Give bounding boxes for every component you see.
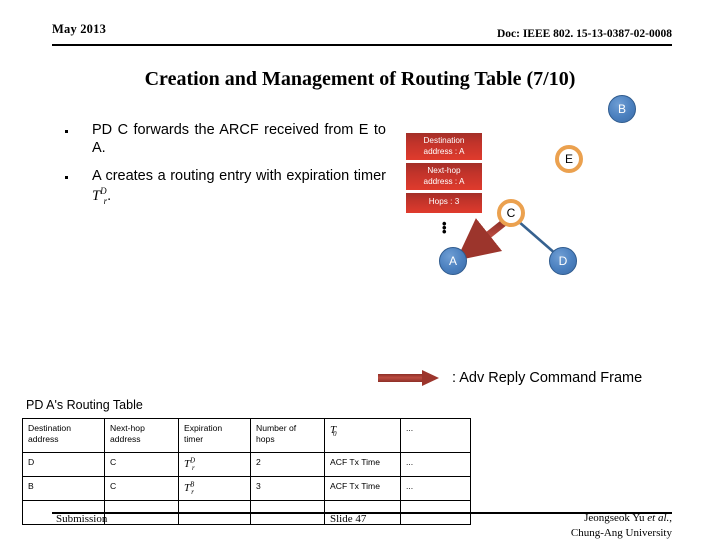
col-t0-symbol: T0	[330, 424, 337, 439]
graph-node-e: E	[555, 145, 583, 173]
cell-t0-r2: ACF Tx Time	[324, 476, 401, 501]
footer-author: Jeongseok Yu et al., Chung-Ang Universit…	[571, 511, 672, 541]
cell-more-r1: ...	[400, 452, 471, 477]
footer-author-etal: et al.	[647, 512, 670, 524]
footer-affiliation: Chung-Ang University	[570, 526, 672, 539]
graph-node-c: C	[497, 199, 525, 227]
graph-node-a: A	[439, 247, 467, 275]
timer-subscript-r1: r	[192, 464, 195, 472]
legend-label: : Adv Reply Command Frame	[452, 370, 643, 386]
graph-node-b: B	[608, 95, 636, 123]
footer-author-comma: ,	[669, 512, 672, 524]
graph-node-d-label: D	[558, 254, 568, 268]
cell-hops-r1: 2	[250, 452, 325, 477]
routing-table: Destination address Next-hop address Exp…	[22, 418, 471, 525]
header-doc-number: Doc: IEEE 802. 15-13-0387-02-0008	[496, 28, 672, 40]
timer-superscript-r1: D	[190, 457, 196, 464]
table-row: B C TBr 3 ACF Tx Time ...	[22, 476, 471, 501]
header-date: May 2013	[52, 22, 107, 36]
bullet-item-2: A creates a routing entry with expiratio…	[56, 168, 386, 206]
expiration-timer-symbol: TDr	[92, 186, 107, 206]
col-next-hop-address: Next-hop address	[104, 418, 179, 453]
col-more: ...	[400, 418, 471, 453]
bullet-text-1: PD C forwards the ARCF received from E t…	[92, 122, 386, 156]
col-nexthop-line2: address	[110, 434, 141, 445]
cell-hops-r2: 3	[250, 476, 325, 501]
col-hops-line1: Number of	[256, 423, 297, 433]
footer-author-name: Jeongseok Yu	[584, 512, 648, 524]
header-divider	[52, 44, 672, 46]
footer-submission: Submission	[56, 513, 108, 525]
col-nexthop-line1: Next-hop	[110, 423, 145, 433]
footer-author-line1: Jeongseok Yu et al.,	[571, 511, 672, 526]
graph-node-e-label: E	[564, 152, 573, 166]
timer-superscript-r2: B	[190, 481, 195, 488]
edge-c-d	[517, 220, 558, 256]
col-expiration-timer: Expiration timer	[178, 418, 251, 453]
graph-node-a-label: A	[448, 254, 457, 268]
bullet-list: PD C forwards the ARCF received from E t…	[56, 122, 386, 218]
footer-slide-number: Slide 47	[330, 513, 367, 525]
cell-more-r2: ...	[400, 476, 471, 501]
col-destination-line1: Destination	[28, 423, 71, 433]
cell-destination-r2: B	[22, 476, 105, 501]
table-row: D C TDr 2 ACF Tx Time ...	[22, 452, 471, 477]
cell-next-hop-r1: C	[104, 452, 179, 477]
bullet-item-1: PD C forwards the ARCF received from E t…	[56, 122, 386, 157]
edge-c-a-arrow	[456, 218, 509, 261]
graph-node-b-label: B	[617, 102, 626, 116]
timer-superscript: D	[100, 186, 107, 197]
cell-expiration-timer-r2: TBr	[178, 476, 251, 501]
col-t0: T0	[324, 418, 401, 453]
timer-symbol-r1: TDr	[184, 457, 196, 472]
legend-arrow-icon	[378, 370, 440, 386]
timer-base: T	[92, 187, 101, 204]
col-expiration-line1: Expiration	[184, 423, 223, 433]
cell-next-hop-r2: C	[104, 476, 179, 501]
page-title: Creation and Management of Routing Table…	[144, 68, 576, 90]
graph-node-c-label: C	[506, 206, 516, 220]
timer-subscript-r2: r	[191, 488, 194, 496]
bullet-text-2: A creates a routing entry with expiratio…	[92, 168, 386, 185]
routing-table-caption: PD A's Routing Table	[26, 398, 143, 412]
graph-node-d: D	[549, 247, 577, 275]
cell-expiration-timer-r1: TDr	[178, 452, 251, 477]
timer-symbol-r2: TBr	[184, 481, 195, 496]
table-header-row: Destination address Next-hop address Exp…	[22, 418, 471, 453]
cell-t0-r1: ACF Tx Time	[324, 452, 401, 477]
col-number-of-hops: Number of hops	[250, 418, 325, 453]
col-destination-address: Destination address	[22, 418, 105, 453]
slide-root: May 2013 Doc: IEEE 802. 15-13-0387-02-00…	[0, 0, 720, 540]
col-expiration-line2: timer	[184, 434, 204, 445]
cell-destination-r1: D	[22, 452, 105, 477]
col-hops-line2: hops	[256, 434, 275, 445]
network-topology-diagram: B E C A D	[400, 95, 700, 295]
col-t0-subscript: 0	[333, 431, 337, 439]
legend: : Adv Reply Command Frame	[378, 370, 642, 386]
col-destination-line2: address	[28, 434, 59, 445]
col-more-label: ...	[406, 423, 414, 433]
bullet-text-2-tail: .	[107, 187, 112, 204]
